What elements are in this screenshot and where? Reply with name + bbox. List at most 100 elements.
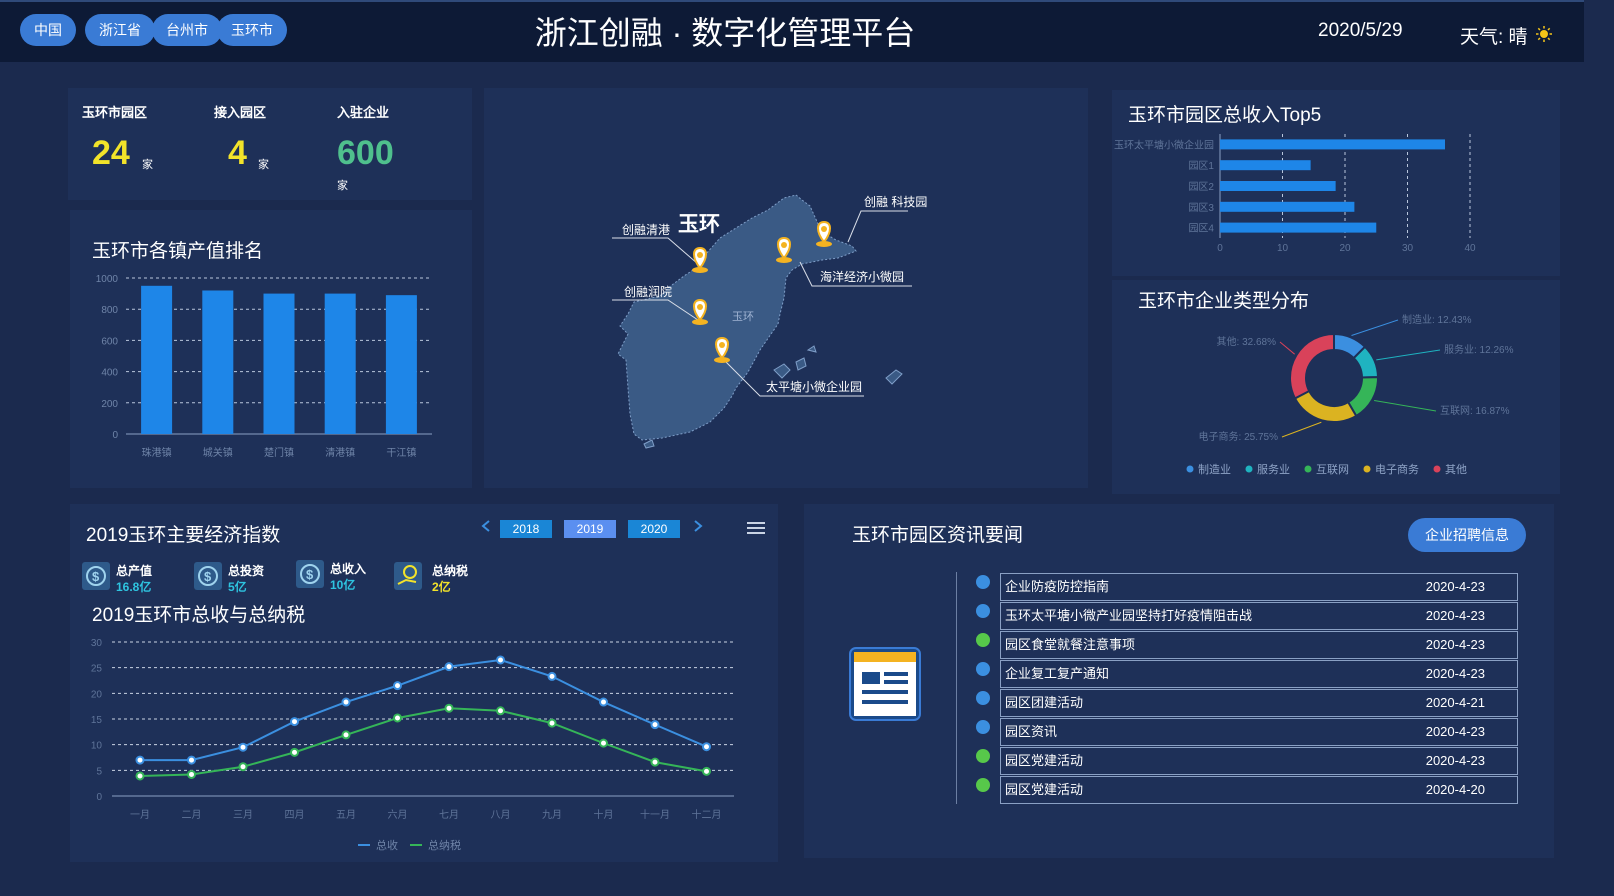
x-tick-label: 十一月 [640, 808, 670, 821]
stat-label-connected: 接入园区 [214, 105, 267, 120]
news-item-date: 2020-4-21 [1425, 695, 1485, 710]
menu-icon[interactable] [746, 520, 766, 536]
year-2019-button[interactable]: 2019 [564, 520, 616, 538]
data-point [702, 742, 711, 752]
current-date: 2020/5/29 [1318, 20, 1403, 41]
news-item[interactable]: 园区党建活动 2020-4-20 [1000, 776, 1518, 804]
data-point [341, 697, 351, 707]
bar [1220, 139, 1445, 150]
news-title: 玉环市园区资讯要闻 [852, 525, 1024, 546]
news-item[interactable]: 园区资讯 2020-4-23 [1000, 718, 1518, 746]
slice-leader-line [1374, 399, 1437, 412]
x-tick-label: 楚门镇 [264, 446, 294, 459]
year-2018-button[interactable]: 2018 [500, 520, 552, 538]
x-tick-label: 10 [1277, 243, 1289, 254]
data-point [444, 662, 454, 672]
news-item-title: 玉环太平塘小微产业园坚持打好疫情阻击战 [1005, 608, 1253, 623]
page-title: 浙江创融 · 数字化管理平台 [534, 15, 916, 51]
x-tick-label: 一月 [130, 809, 150, 821]
y-tick-label: 1000 [96, 274, 119, 285]
slice-label: 服务业: 12.26% [1444, 343, 1514, 356]
news-item-date: 2020-4-23 [1425, 753, 1485, 768]
bar [1220, 181, 1336, 191]
news-item[interactable]: 企业复工复产通知 2020-4-23 [1000, 660, 1518, 688]
y-tick-label: 10 [91, 741, 103, 752]
place-label-ocean-park: 海洋经济小微园 [820, 269, 904, 284]
news-item-date: 2020-4-23 [1425, 637, 1485, 652]
news-dot [976, 575, 990, 589]
data-point [238, 742, 248, 752]
kpi-value-revenue: 10亿 [330, 578, 356, 592]
stat-unit-parks: 家 [142, 159, 153, 171]
chevron-left-icon[interactable] [480, 518, 492, 534]
news-item[interactable]: 园区团建活动 2020-4-21 [1000, 689, 1518, 717]
x-tick-label: 珠港镇 [142, 446, 172, 459]
data-point [290, 717, 299, 727]
slice-leader-line [1376, 349, 1441, 361]
donut-slice [1293, 389, 1358, 423]
slice-label: 制造业: 12.43% [1402, 313, 1472, 326]
hand-coin-icon [394, 562, 422, 590]
x-tick-label: 20 [1339, 243, 1351, 254]
chevron-right-icon[interactable] [692, 518, 704, 534]
map-pin-icon[interactable] [816, 220, 832, 247]
x-tick-label: 五月 [336, 809, 356, 821]
map-island [795, 357, 807, 371]
bar [202, 290, 234, 434]
y-tick-label: 园区4 [1188, 223, 1214, 235]
y-tick-label: 800 [101, 305, 118, 316]
slice-leader-line [1281, 421, 1322, 438]
data-point [393, 713, 402, 723]
news-item-date: 2020-4-20 [1425, 782, 1485, 797]
news-item[interactable]: 玉环太平塘小微产业园坚持打好疫情阻击战 2020-4-23 [1000, 602, 1518, 630]
bar [1220, 222, 1377, 233]
news-item[interactable]: 企业防疫防控指南 2020-4-23 [1000, 573, 1518, 601]
stat-value-parks: 24 [92, 134, 130, 172]
x-tick-label: 七月 [439, 809, 459, 821]
data-point [496, 706, 505, 716]
series-line [140, 658, 707, 762]
y-tick-label: 25 [91, 664, 103, 675]
data-point [187, 769, 196, 779]
stat-value-companies: 600 [337, 134, 394, 172]
slice-label: 其他: 32.68% [1217, 335, 1277, 348]
data-point [187, 755, 196, 765]
map-pin-icon[interactable] [714, 336, 730, 363]
svg-text:$: $ [306, 567, 314, 582]
slice-label: 电子商务: 25.75% [1199, 430, 1279, 443]
x-tick-label: 30 [1402, 243, 1414, 254]
slice-label: 互联网: 16.87% [1440, 405, 1510, 417]
y-tick-label: 园区1 [1188, 160, 1214, 172]
x-tick-label: 六月 [388, 809, 408, 821]
y-tick-label: 20 [91, 689, 103, 700]
news-dot [976, 691, 990, 705]
news-item[interactable]: 园区党建活动 2020-4-23 [1000, 747, 1518, 775]
news-item-date: 2020-4-23 [1425, 724, 1485, 739]
legend-label: 服务业 [1257, 463, 1290, 476]
svg-text:$: $ [92, 569, 100, 584]
map-pin-icon[interactable] [692, 298, 708, 325]
news-item-title: 园区资讯 [1005, 724, 1058, 739]
legend-marker [1363, 465, 1371, 473]
stat-unit-companies: 家 [337, 180, 348, 192]
news-item[interactable]: 园区食堂就餐注意事项 2020-4-23 [1000, 631, 1518, 659]
news-item-date: 2020-4-23 [1425, 608, 1485, 623]
map-pin-icon[interactable] [692, 246, 708, 273]
news-item-title: 企业复工复产通知 [1005, 666, 1110, 681]
place-label-qinggang: 创融清港 [622, 223, 670, 237]
slice-leader-line [1351, 319, 1399, 336]
recruit-info-button[interactable]: 企业招聘信息 [1408, 518, 1526, 552]
data-point [650, 720, 660, 730]
kpi-label-output: 总产值 [116, 564, 153, 578]
x-tick-label: 城关镇 [203, 446, 233, 459]
legend-label: 制造业 [1198, 462, 1231, 476]
legend-marker [1245, 465, 1253, 473]
place-label-runyuan: 创融润院 [624, 285, 672, 299]
data-point [341, 730, 351, 740]
map-pin-icon[interactable] [776, 236, 792, 263]
legend-label: 其他 [1445, 463, 1467, 476]
legend-label: 电子商务 [1375, 462, 1419, 476]
year-2020-button[interactable]: 2020 [628, 520, 680, 538]
leader-line [847, 210, 908, 243]
series-line [139, 707, 707, 777]
